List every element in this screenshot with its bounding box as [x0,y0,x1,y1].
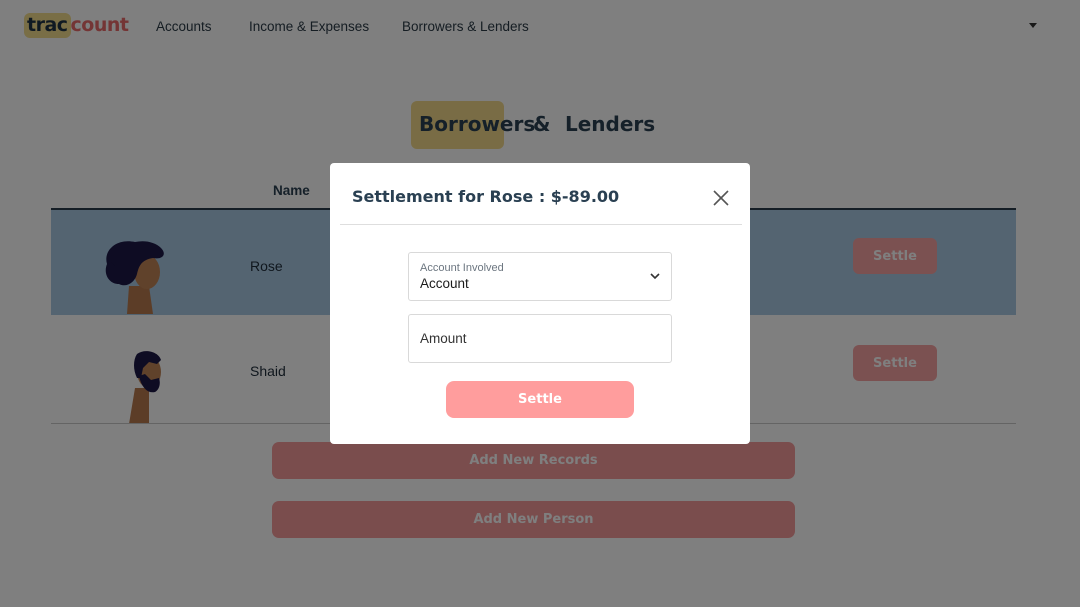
account-select-value: Account [420,276,469,291]
account-select-label: Account Involved [420,262,504,274]
settlement-modal: Settlement for Rose : $-89.00 Account In… [330,163,750,444]
modal-title: Settlement for Rose : $-89.00 [352,187,620,206]
amount-field-wrapper [408,314,672,363]
chevron-down-icon [650,273,660,280]
close-icon[interactable] [712,189,730,207]
account-select[interactable]: Account Involved Account [408,252,672,301]
modal-settle-button[interactable]: Settle [446,381,634,418]
amount-input[interactable] [409,315,671,362]
modal-header-divider [340,224,742,225]
